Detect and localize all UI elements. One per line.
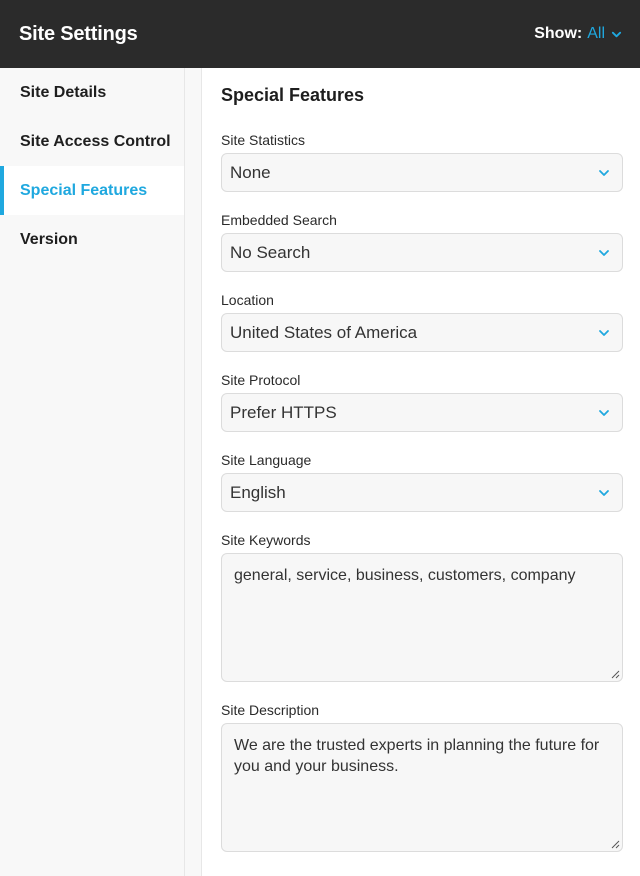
sidebar-item-special-features[interactable]: Special Features	[0, 166, 184, 215]
sidebar-item-label: Site Details	[20, 83, 107, 101]
site-keywords-textarea[interactable]: general, service, business, customers, c…	[221, 553, 623, 682]
resize-handle-icon[interactable]	[610, 669, 620, 679]
sidebar-nav: Site Details Site Access Control Special…	[0, 68, 185, 876]
main-content: Special Features Site Statistics None Em…	[203, 68, 640, 876]
sidebar-gutter	[185, 68, 202, 876]
chevron-down-icon	[599, 169, 609, 176]
show-filter-label: Show:	[534, 25, 583, 42]
select-value: None	[230, 162, 271, 182]
site-language-select[interactable]: English	[221, 473, 623, 512]
site-description-textarea[interactable]: We are the trusted experts in planning t…	[221, 723, 623, 852]
location-label: Location	[221, 292, 274, 308]
select-value: Prefer HTTPS	[230, 402, 337, 422]
textarea-value: We are the trusted experts in planning t…	[234, 737, 600, 775]
site-statistics-label: Site Statistics	[221, 132, 306, 148]
chevron-down-icon	[599, 249, 609, 256]
select-value: United States of America	[230, 322, 418, 342]
chevron-down-icon	[599, 329, 609, 336]
header-bar: Site Settings Show: All	[0, 0, 640, 68]
site-language-label: Site Language	[221, 452, 312, 468]
sidebar-item-label: Version	[20, 230, 78, 248]
select-value: No Search	[230, 242, 311, 262]
sidebar-item-site-access-control[interactable]: Site Access Control	[0, 117, 184, 166]
chevron-down-icon	[599, 489, 609, 496]
sidebar-item-site-details[interactable]: Site Details	[0, 68, 184, 117]
site-statistics-select[interactable]: None	[221, 153, 623, 192]
show-filter-value: All	[587, 25, 605, 42]
chevron-down-icon	[611, 31, 622, 37]
sidebar-item-version[interactable]: Version	[0, 215, 184, 264]
select-value: English	[230, 482, 286, 502]
site-settings-app: Site Settings Show: All Site Details Sit…	[0, 0, 640, 876]
location-select[interactable]: United States of America	[221, 313, 623, 352]
sidebar-item-label: Site Access Control	[20, 132, 171, 150]
textarea-value: general, service, business, customers, c…	[234, 567, 576, 584]
section-title: Special Features	[221, 85, 365, 105]
site-description-label: Site Description	[221, 702, 320, 718]
site-protocol-label: Site Protocol	[221, 372, 301, 388]
sidebar-item-label: Special Features	[20, 181, 148, 199]
site-protocol-select[interactable]: Prefer HTTPS	[221, 393, 623, 432]
embedded-search-label: Embedded Search	[221, 212, 337, 228]
chevron-down-icon	[599, 409, 609, 416]
show-filter-dropdown[interactable]: Show: All	[534, 25, 622, 43]
site-keywords-label: Site Keywords	[221, 532, 311, 548]
resize-handle-icon[interactable]	[610, 839, 620, 849]
embedded-search-select[interactable]: No Search	[221, 233, 623, 272]
page-title: Site Settings	[19, 22, 138, 45]
